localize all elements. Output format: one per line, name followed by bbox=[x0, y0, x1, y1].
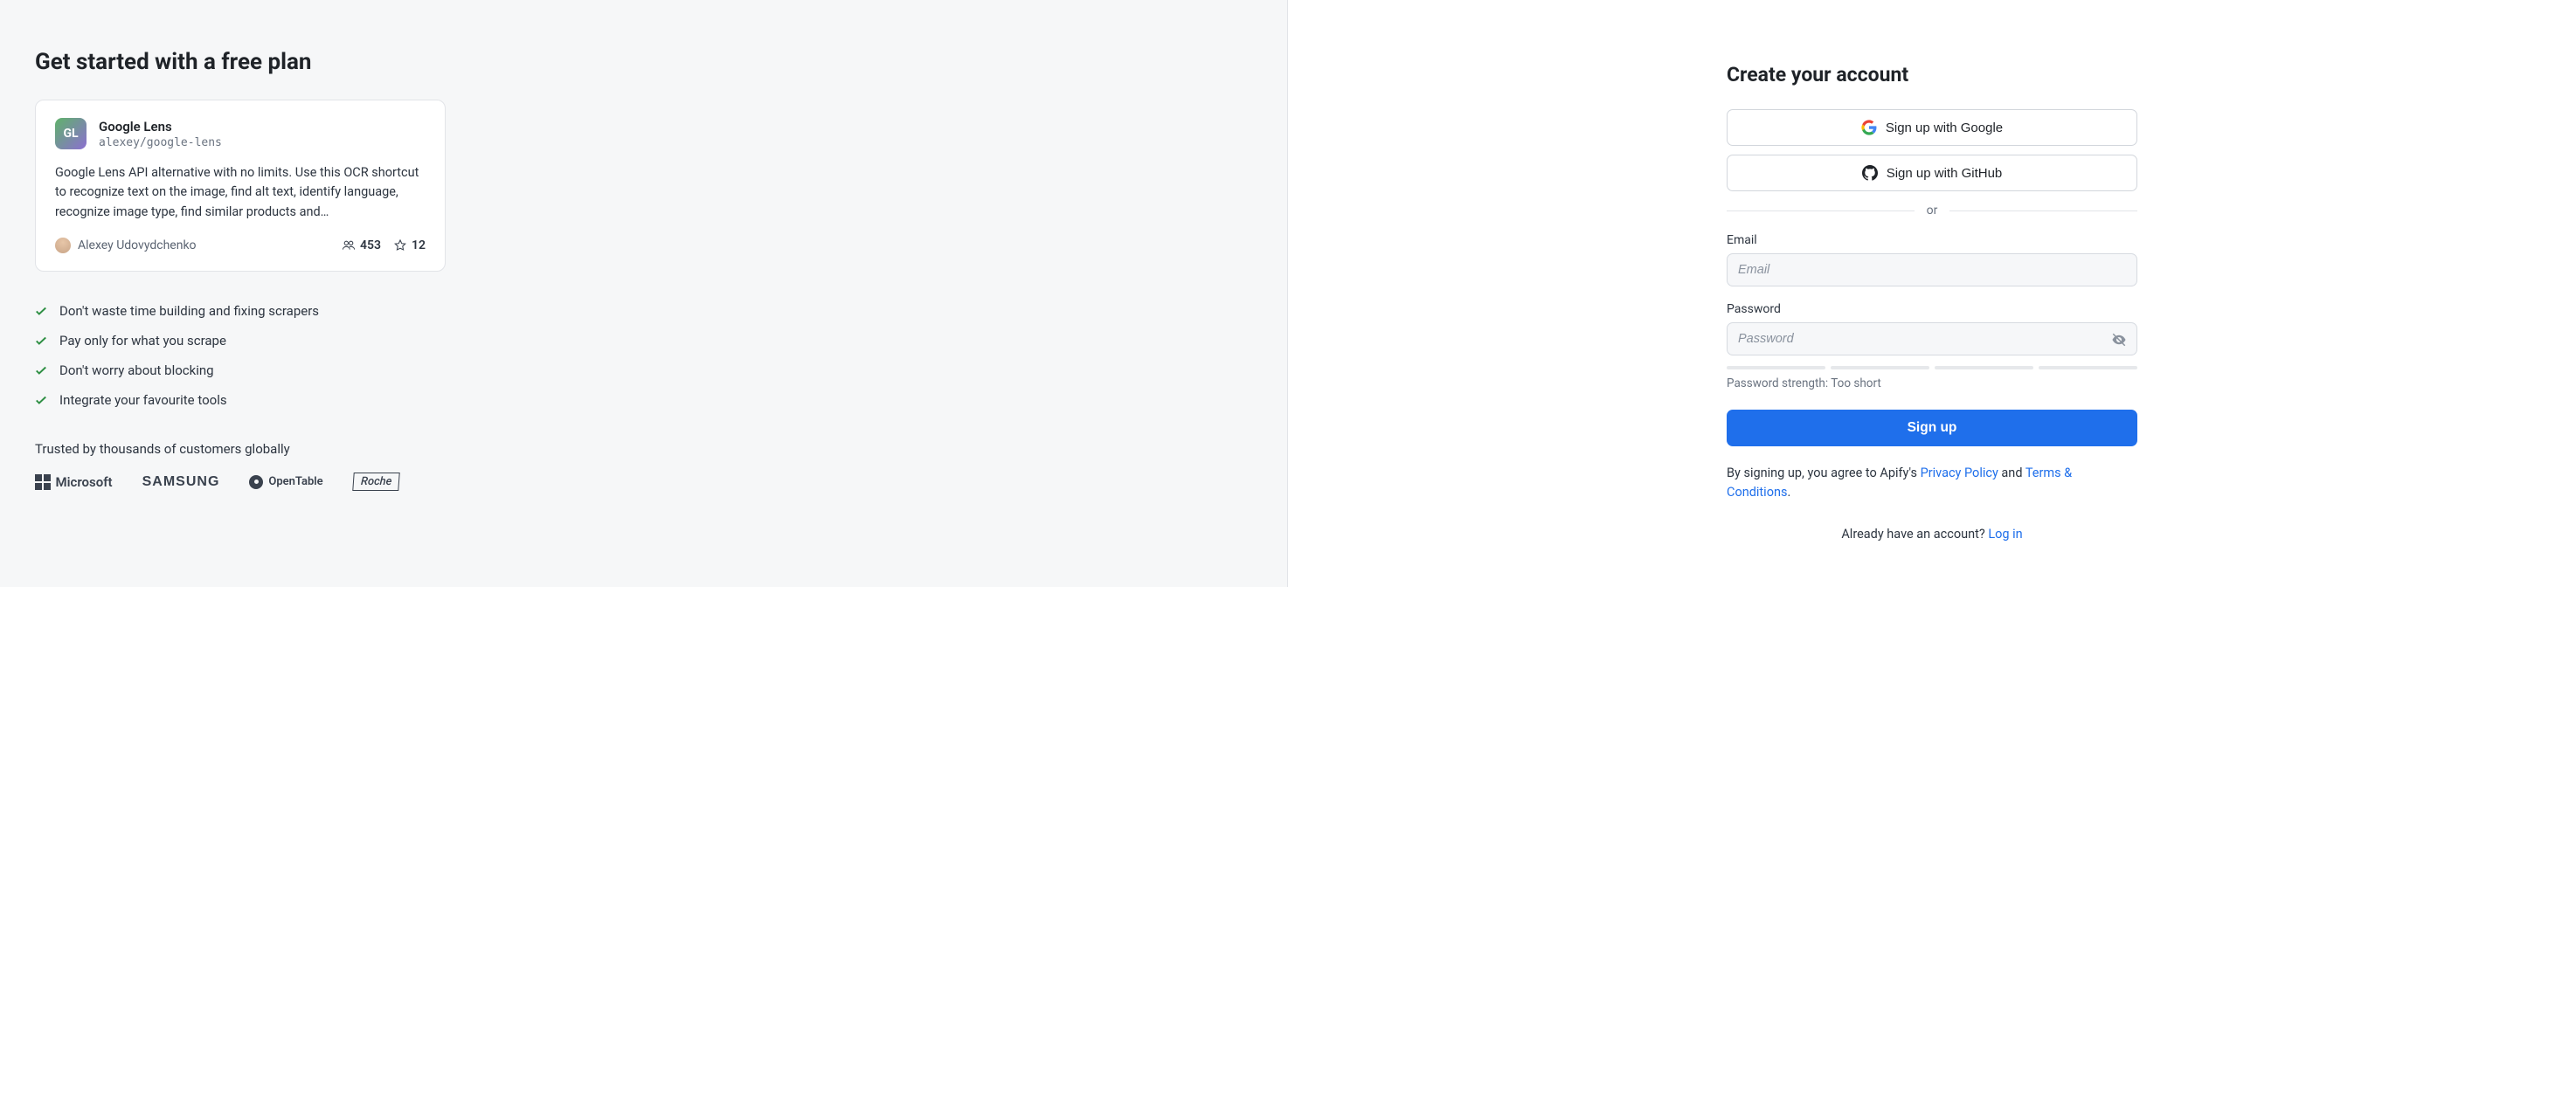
users-metric: 453 bbox=[342, 238, 381, 252]
benefit-text: Integrate your favourite tools bbox=[59, 392, 227, 408]
microsoft-logo-icon: Microsoft bbox=[35, 474, 113, 490]
check-icon bbox=[35, 364, 47, 376]
legal-text: By signing up, you agree to Apify's Priv… bbox=[1727, 464, 2137, 502]
form-title: Create your account bbox=[1727, 63, 2137, 86]
actor-card-header: GL Google Lens alexey/google-lens bbox=[55, 118, 426, 149]
actor-description: Google Lens API alternative with no limi… bbox=[55, 163, 426, 222]
benefits-list: Don't waste time building and fixing scr… bbox=[35, 296, 446, 415]
actor-logo-icon: GL bbox=[55, 118, 87, 149]
email-label: Email bbox=[1727, 233, 2137, 247]
google-signup-button[interactable]: Sign up with Google bbox=[1727, 109, 2137, 146]
email-field[interactable] bbox=[1727, 253, 2137, 286]
brand-logos-row: Microsoft SAMSUNG OpenTable Roche bbox=[35, 473, 446, 491]
actor-slug: alexey/google-lens bbox=[99, 136, 222, 149]
password-wrapper bbox=[1727, 322, 2137, 366]
eye-off-icon bbox=[2111, 332, 2127, 348]
list-item: Integrate your favourite tools bbox=[35, 385, 446, 415]
divider-line-icon bbox=[1727, 210, 1915, 211]
stars-metric: 12 bbox=[393, 238, 426, 252]
login-link[interactable]: Log in bbox=[1988, 527, 2022, 542]
check-icon bbox=[35, 394, 47, 406]
samsung-logo-icon: SAMSUNG bbox=[142, 474, 220, 490]
or-divider: or bbox=[1727, 204, 2137, 217]
check-icon bbox=[35, 305, 47, 317]
author-name: Alexey Udovydchenko bbox=[78, 238, 197, 252]
benefit-text: Pay only for what you scrape bbox=[59, 333, 226, 348]
opentable-logo-icon: OpenTable bbox=[249, 475, 322, 489]
actor-title: Google Lens bbox=[99, 119, 222, 135]
list-item: Pay only for what you scrape bbox=[35, 326, 446, 355]
actor-metrics: 453 12 bbox=[342, 238, 426, 252]
trusted-caption: Trusted by thousands of customers global… bbox=[35, 441, 446, 457]
actor-title-block: Google Lens alexey/google-lens bbox=[99, 119, 222, 149]
signup-form-panel: Create your account Sign up with Google … bbox=[1288, 0, 2576, 587]
marketing-panel: Get started with a free plan GL Google L… bbox=[0, 0, 1288, 587]
star-icon bbox=[393, 238, 407, 252]
actor-card[interactable]: GL Google Lens alexey/google-lens Google… bbox=[35, 100, 446, 272]
login-prompt: Already have an account? Log in bbox=[1727, 527, 2137, 542]
actor-footer: Alexey Udovydchenko 453 12 bbox=[55, 238, 426, 253]
signup-button[interactable]: Sign up bbox=[1727, 410, 2137, 446]
password-strength-meter bbox=[1727, 366, 2137, 369]
password-field[interactable] bbox=[1727, 322, 2137, 355]
divider-line-icon bbox=[1949, 210, 2137, 211]
users-icon bbox=[342, 238, 356, 252]
toggle-password-button[interactable] bbox=[2109, 330, 2129, 352]
opentable-label: OpenTable bbox=[268, 475, 322, 488]
page-headline: Get started with a free plan bbox=[35, 49, 446, 75]
github-icon bbox=[1862, 165, 1878, 181]
check-icon bbox=[35, 335, 47, 347]
google-icon bbox=[1861, 120, 1877, 135]
github-signup-button[interactable]: Sign up with GitHub bbox=[1727, 155, 2137, 191]
signup-page: Get started with a free plan GL Google L… bbox=[0, 0, 2576, 587]
divider-text: or bbox=[1927, 204, 1938, 217]
privacy-policy-link[interactable]: Privacy Policy bbox=[1921, 466, 1998, 480]
microsoft-label: Microsoft bbox=[56, 474, 113, 490]
list-item: Don't waste time building and fixing scr… bbox=[35, 296, 446, 326]
signup-form: Create your account Sign up with Google … bbox=[1727, 63, 2137, 552]
roche-logo-icon: Roche bbox=[352, 473, 400, 491]
stars-count: 12 bbox=[412, 238, 426, 252]
benefit-text: Don't worry about blocking bbox=[59, 362, 214, 378]
password-label: Password bbox=[1727, 302, 2137, 316]
password-strength-text: Password strength: Too short bbox=[1727, 376, 2137, 390]
list-item: Don't worry about blocking bbox=[35, 355, 446, 385]
benefit-text: Don't waste time building and fixing scr… bbox=[59, 303, 319, 319]
marketing-inner: Get started with a free plan GL Google L… bbox=[35, 49, 446, 491]
google-signup-label: Sign up with Google bbox=[1886, 121, 2003, 135]
actor-author: Alexey Udovydchenko bbox=[55, 238, 197, 253]
users-count: 453 bbox=[360, 238, 381, 252]
author-avatar-icon bbox=[55, 238, 71, 253]
github-signup-label: Sign up with GitHub bbox=[1887, 166, 2003, 181]
